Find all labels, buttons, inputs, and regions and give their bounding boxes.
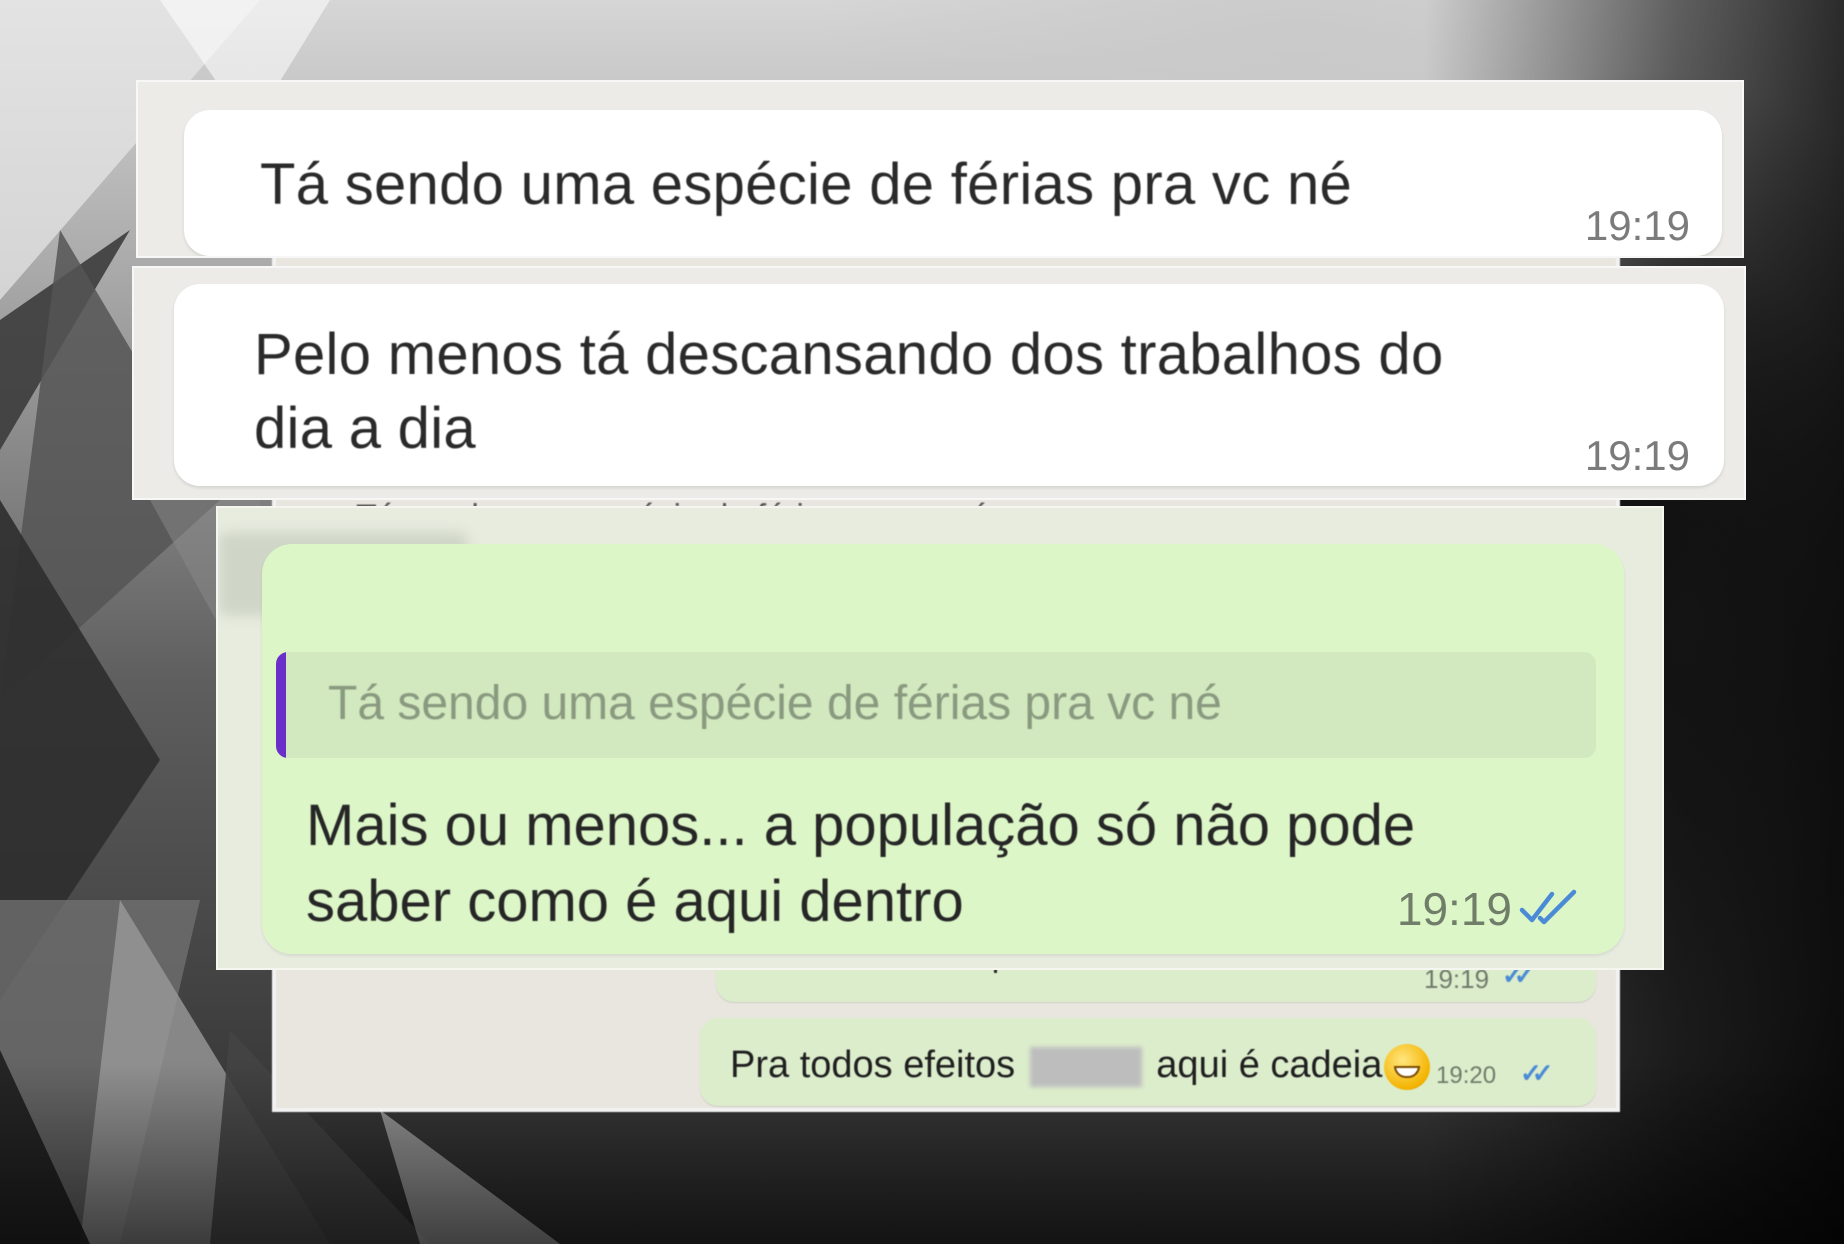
message-bubble: Pelo menos tá descansando dos trabalhos … [174, 284, 1724, 486]
message-line: Tá sendo uma espécie de férias pra vc né [260, 152, 1353, 217]
message-panel: Pelo menos tá descansando dos trabalhos … [134, 268, 1744, 498]
reply-bubble: Tá sendo uma espécie de férias pra vc né… [262, 544, 1624, 954]
grinning-face-emoji-icon [1384, 1044, 1431, 1090]
message-text: Pelo menos tá descansando dos trabalhos … [254, 318, 1444, 466]
message-panel: Tá sendo uma espécie de férias pra vc né… [138, 82, 1742, 256]
message-time: 19:19 [1584, 432, 1690, 479]
double-check-icon [1519, 889, 1577, 925]
quoted-message[interactable]: Tá sendo uma espécie de férias pra vc né [276, 652, 1596, 758]
background-message-end: aqui é cadeia [1156, 1044, 1383, 1087]
background-message: Pra todos efeitos aqui é cadeia [730, 1044, 1431, 1090]
message-line: dia a dia [254, 396, 476, 461]
message-line: Pelo menos tá descansando dos trabalhos … [254, 322, 1444, 387]
background-time: 19:19 [1424, 964, 1490, 994]
background-message-start: Pra todos efeitos [730, 1044, 1016, 1087]
message-time: 19:19 [1584, 202, 1690, 249]
background-message-time: 19:20 [1436, 1062, 1497, 1089]
redacted-word [1029, 1047, 1142, 1087]
double-check-icon: ✓✓ [1520, 1058, 1553, 1088]
quoted-message-text: Tá sendo uma espécie de férias pra vc né [328, 677, 1222, 730]
reply-time: 19:19 [1396, 883, 1512, 935]
message-text: Tá sendo uma espécie de férias pra vc né [260, 148, 1352, 222]
reply-panel: Tá sendo uma espécie de férias pra vc né… [218, 508, 1662, 968]
message-bubble: Tá sendo uma espécie de férias pra vc né… [184, 110, 1722, 256]
quote-accent-bar [276, 652, 286, 758]
reply-line: Mais ou menos... a população só não pode [306, 793, 1416, 858]
reply-text: Mais ou menos... a população só não pode… [306, 788, 1415, 940]
reply-line: saber como é aqui dentro [306, 869, 964, 934]
